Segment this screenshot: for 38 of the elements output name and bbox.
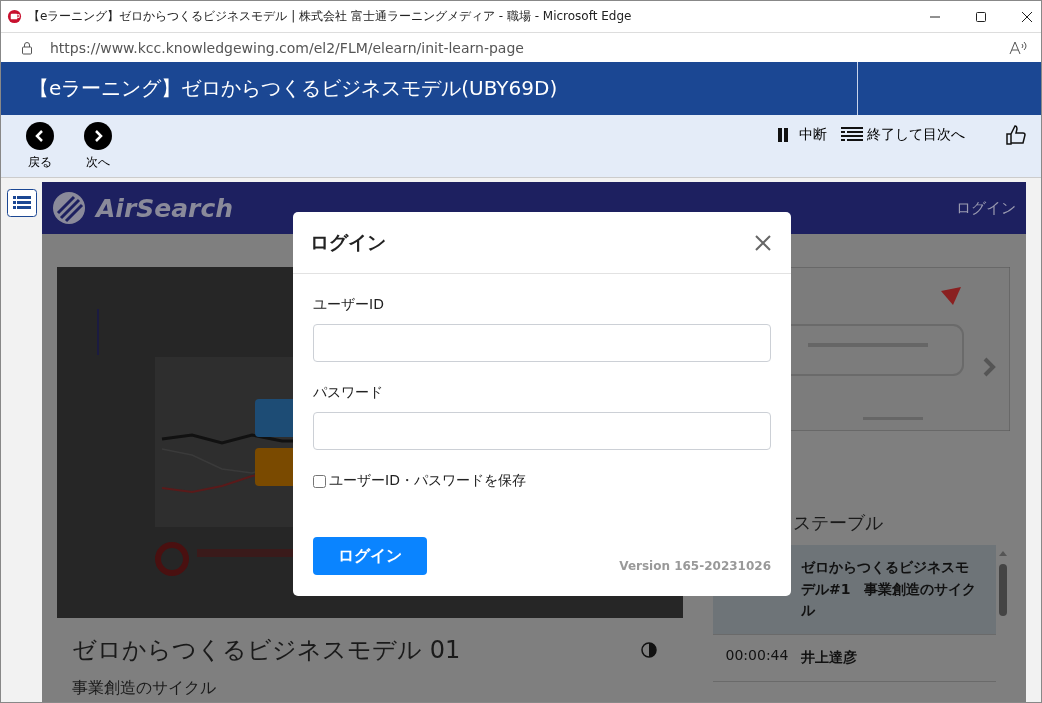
pause-link[interactable]: 中断: [799, 126, 827, 144]
lock-icon[interactable]: [21, 40, 33, 55]
video-title: ゼロからつくるビジネスモデル 01: [72, 635, 461, 666]
remember-label[interactable]: ユーザーID・パスワードを保存: [329, 472, 526, 490]
list-icon[interactable]: [841, 127, 863, 143]
timetable-row[interactable]: 00:00:44 井上達彦: [713, 635, 996, 682]
next-icon[interactable]: [84, 121, 112, 150]
login-button[interactable]: ログイン: [313, 537, 427, 575]
brand-name: AirSearch: [96, 193, 234, 223]
video-subtitle: 事業創造のサイクル: [72, 678, 217, 699]
read-aloud-icon[interactable]: [1009, 39, 1027, 56]
chapter-title: 井上達彦: [801, 648, 858, 668]
next-label[interactable]: 次へ: [86, 153, 110, 171]
timestamp: 00:00:44: [724, 647, 790, 666]
dialog-title: ログイン: [310, 229, 386, 255]
address-field[interactable]: https://www.kcc.knowledgewing.com/el2/FLM/elearn/init-learn-page: [50, 39, 524, 56]
course-title: 【eラーニング】ゼロからつくるビジネスモデル(UBY69D): [29, 75, 558, 102]
contents-icon[interactable]: [6, 189, 37, 217]
field-label: パスワード: [313, 384, 384, 402]
pause-icon[interactable]: [777, 128, 789, 142]
finish-link[interactable]: 終了して目次へ: [867, 126, 965, 144]
cup-icon: [7, 9, 22, 24]
input-field[interactable]: [313, 324, 771, 362]
back-label[interactable]: 戻る: [28, 153, 52, 171]
remember-checkbox[interactable]: [313, 474, 326, 488]
maximize-icon[interactable]: [975, 10, 987, 23]
thumbs-up-icon[interactable]: [1005, 124, 1027, 146]
close-icon[interactable]: [1021, 10, 1033, 23]
contrast-icon[interactable]: [641, 642, 657, 658]
field-label: ユーザーID: [313, 296, 385, 314]
input-field[interactable]: [313, 412, 771, 450]
chapter-title: ゼロからつくるビジネスモデル#1 事業創造のサイクル: [801, 558, 978, 621]
scroll-thumb[interactable]: [999, 564, 1007, 616]
login-link[interactable]: ログイン: [956, 198, 1016, 218]
timetable-heading: ステーブル: [793, 511, 884, 535]
back-icon[interactable]: [26, 121, 54, 150]
window-title: 【eラーニング】ゼロからつくるビジネスモデル | 株式会社 富士通ラーニングメディア - 職場 - Microsoft Edge: [28, 8, 632, 25]
logo-icon: [52, 191, 86, 225]
